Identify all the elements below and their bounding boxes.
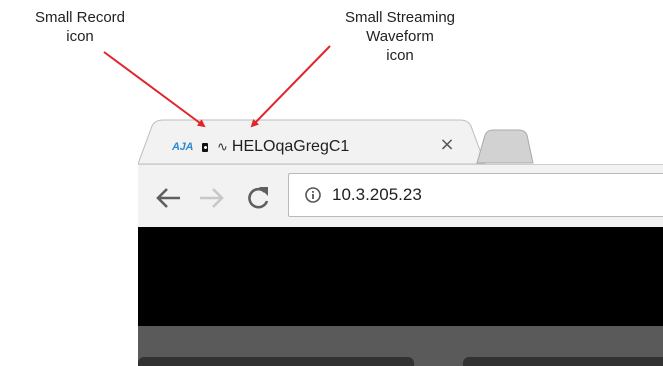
page-panel-right <box>463 357 663 366</box>
record-icon <box>202 142 208 152</box>
forward-arrow-icon[interactable] <box>198 185 226 211</box>
active-tab[interactable]: AJA ∿ HELOqaGregC1 <box>172 135 349 159</box>
page-panel-left <box>138 357 414 366</box>
page-header-area <box>138 227 663 326</box>
streaming-waveform-icon: ∿ <box>217 139 228 155</box>
back-arrow-icon[interactable] <box>154 185 182 211</box>
screenshot-stage: Small Record icon Small Streaming Wavefo… <box>0 0 663 366</box>
new-tab-button[interactable] <box>475 129 535 165</box>
url-text[interactable]: 10.3.205.23 <box>332 185 422 205</box>
record-icon-callout: Small Record icon <box>34 9 126 45</box>
address-bar[interactable]: 10.3.205.23 <box>288 173 663 217</box>
info-icon[interactable] <box>305 187 321 203</box>
tab-strip: AJA ∿ HELOqaGregC1 × <box>138 110 663 164</box>
tab-title: HELOqaGregC1 <box>231 138 350 155</box>
aja-logo-icon: AJA <box>172 141 194 153</box>
close-tab-icon[interactable]: × <box>437 135 457 155</box>
reload-icon[interactable] <box>244 185 272 211</box>
streaming-icon-callout: Small Streaming Waveform icon <box>344 9 456 64</box>
browser-toolbar: 10.3.205.23 <box>138 164 663 227</box>
